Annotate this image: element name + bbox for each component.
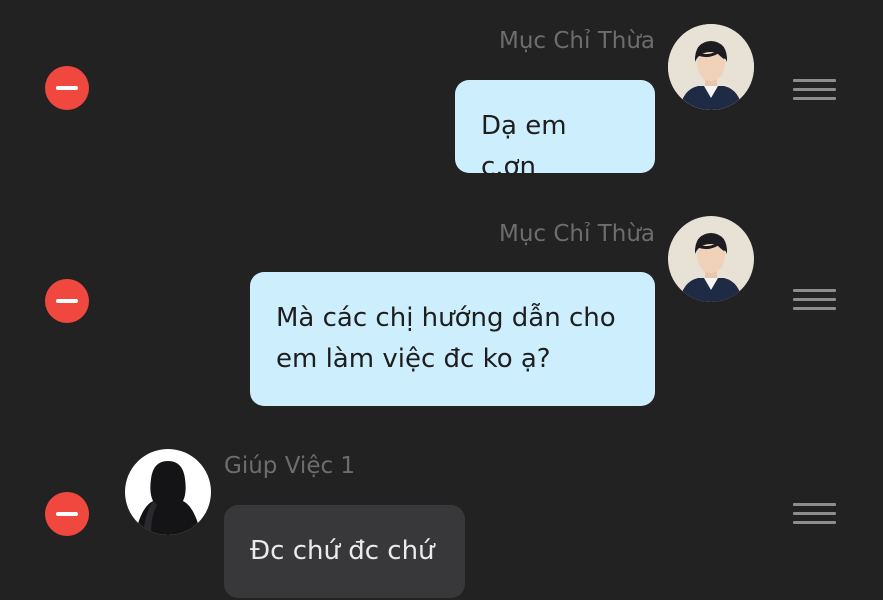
message-bubble[interactable]: Đc chứ đc chứ bbox=[224, 505, 465, 598]
drag-handle-icon[interactable] bbox=[793, 289, 836, 311]
message-row: Mục Chỉ Thừa Mà các chị hướng dẫn cho em… bbox=[0, 200, 883, 440]
delete-message-button[interactable] bbox=[45, 492, 89, 536]
minus-icon bbox=[56, 512, 78, 516]
message-row: Giúp Việc 1 Đc chứ đc chứ bbox=[0, 440, 883, 600]
message-text: Đc chứ đc chứ bbox=[250, 536, 435, 566]
drag-handle-icon[interactable] bbox=[793, 79, 836, 101]
message-text: Dạ em c.ơn bbox=[481, 111, 567, 182]
sender-name: Mục Chỉ Thừa bbox=[498, 28, 655, 54]
delete-message-button[interactable] bbox=[45, 279, 89, 323]
message-bubble[interactable]: Mà các chị hướng dẫn cho em làm việc đc … bbox=[250, 272, 655, 406]
minus-icon bbox=[56, 86, 78, 90]
silhouette-avatar[interactable] bbox=[125, 449, 211, 535]
user-photo-avatar[interactable] bbox=[668, 216, 754, 302]
user-photo-avatar[interactable] bbox=[668, 24, 754, 110]
delete-message-button[interactable] bbox=[45, 66, 89, 110]
message-text: Mà các chị hướng dẫn cho em làm việc đc … bbox=[276, 303, 616, 374]
drag-handle-icon[interactable] bbox=[793, 503, 836, 525]
minus-icon bbox=[56, 299, 78, 303]
message-row: Mục Chỉ Thừa Dạ em c.ơn bbox=[0, 0, 883, 200]
sender-name: Giúp Việc 1 bbox=[224, 453, 356, 479]
message-bubble[interactable]: Dạ em c.ơn bbox=[455, 80, 655, 182]
sender-name: Mục Chỉ Thừa bbox=[498, 221, 655, 247]
